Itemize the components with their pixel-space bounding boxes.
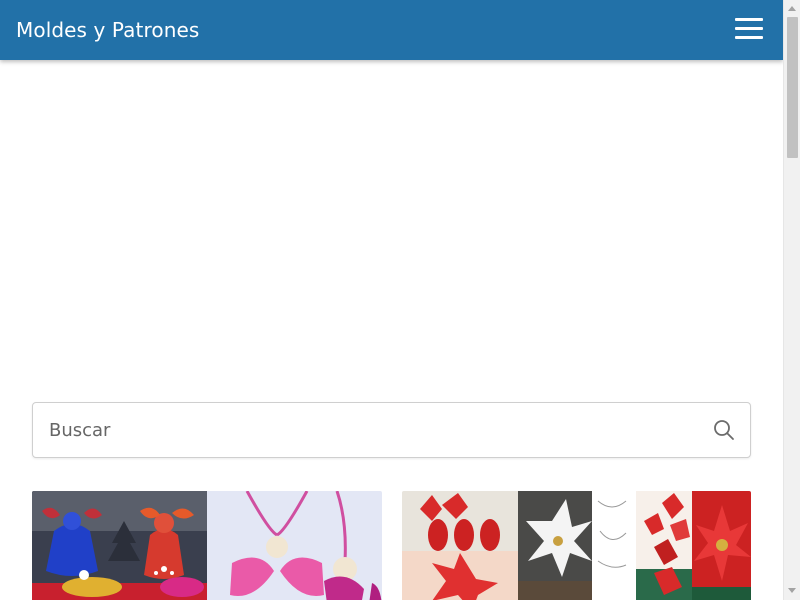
scroll-up-arrow-icon[interactable] <box>788 6 796 11</box>
browser-viewport: Moldes y Patrones <box>0 0 783 600</box>
search-box <box>32 402 751 458</box>
angels-craft-image <box>32 491 382 600</box>
site-title[interactable]: Moldes y Patrones <box>16 15 199 45</box>
scroll-thumb[interactable] <box>787 17 798 158</box>
post-thumbnail-poinsettia[interactable] <box>402 491 751 600</box>
menu-bar-bottom <box>735 36 763 39</box>
search-icon[interactable] <box>712 418 736 442</box>
scroll-down-arrow-icon[interactable] <box>788 588 796 593</box>
site-header: Moldes y Patrones <box>0 0 783 60</box>
post-thumbnail-angels[interactable] <box>32 491 382 600</box>
ad-slot <box>32 76 751 376</box>
vertical-scrollbar[interactable] <box>783 0 800 600</box>
hamburger-menu-icon[interactable] <box>734 17 764 41</box>
page: Moldes y Patrones <box>0 0 800 600</box>
menu-bar-middle <box>735 27 763 30</box>
poinsettia-pattern-image <box>402 491 751 600</box>
search-input[interactable] <box>33 403 693 457</box>
menu-bar-top <box>735 18 763 21</box>
